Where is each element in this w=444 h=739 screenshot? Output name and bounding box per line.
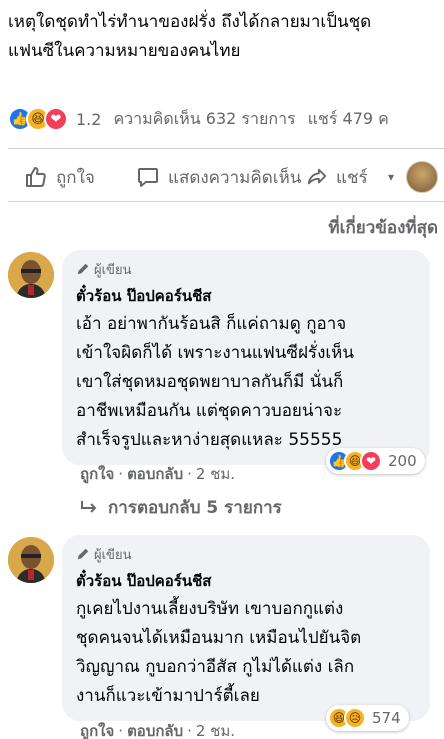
divider <box>8 148 444 149</box>
sad-icon: 😥 <box>344 707 366 729</box>
comment-reply-link[interactable]: ตอบกลับ <box>127 462 183 486</box>
comment-author[interactable]: ตั๋วร้อน ป๊อปคอร์นชีส <box>76 571 416 591</box>
author-badge: ผู้เขียน <box>76 545 416 563</box>
share-button[interactable]: แชร์ <box>306 164 368 191</box>
comment-text: กูเคยไปงานเลี้ยงบริษัท เขาบอกกูแต่ง ชุดค… <box>76 595 416 711</box>
pencil-icon <box>77 263 89 275</box>
reply-arrow-icon <box>81 500 97 513</box>
love-icon: ❤ <box>44 107 68 131</box>
comment-meta: ถูกใจ · ตอบกลับ · 2 ชม. <box>80 462 235 486</box>
comment-icon <box>138 168 158 187</box>
separator: · <box>118 722 124 739</box>
comment-line: กูเคยไปงานเลี้ยงบริษัท เขาบอกกูแต่ง <box>76 599 344 619</box>
like-button-label: ถูกใจ <box>56 167 95 188</box>
comment-reply-link[interactable]: ตอบกลับ <box>127 719 183 739</box>
love-icon: ❤ <box>360 450 382 472</box>
post-action-bar: ถูกใจ แสดงความคิดเห็น แชร์ ▾ <box>0 158 444 196</box>
commenter-avatar[interactable] <box>8 537 54 583</box>
comment-reaction-count[interactable]: 😆 😥 574 <box>326 705 409 731</box>
like-button[interactable]: ถูกใจ <box>24 164 95 191</box>
comment-line: เขาใส่ชุดหมอชุดพยาบาลกันก็มี นั่นก็ <box>76 372 344 392</box>
view-replies-label: การตอบกลับ 5 รายการ <box>108 498 282 518</box>
comment-like-link[interactable]: ถูกใจ <box>80 462 114 486</box>
post-text: เหตุใดชุดทำไร่ทำนาของฝรั่ง ถึงได้กลายมาเ… <box>8 8 444 66</box>
separator: · <box>118 465 124 483</box>
chevron-down-icon[interactable]: ▾ <box>388 170 394 184</box>
share-icon <box>307 168 327 185</box>
author-badge-label: ผู้เขียน <box>94 547 132 563</box>
comment-bubble: ผู้เขียน ตั๋วร้อน ป๊อปคอร์นชีส กูเคยไปงา… <box>62 535 430 721</box>
post-stats: 👍 😆 ❤ 1.2 ความคิดเห็น 632 รายการ แชร์ 47… <box>8 104 444 134</box>
comment-time[interactable]: 2 ชม. <box>196 719 235 739</box>
reaction-count-value: 574 <box>372 709 401 727</box>
reactions-count[interactable]: 1.2 <box>76 110 101 129</box>
comment-line: เข้าใจผิดก็ได้ เพราะงานแฟนซีฝรั่งเห็น <box>76 343 355 363</box>
post-text-line: เหตุใดชุดทำไร่ทำนาของฝรั่ง ถึงได้กลายมาเ… <box>8 12 372 32</box>
comment-button[interactable]: แสดงความคิดเห็น <box>136 164 301 191</box>
comment-line: อาชีพเหมือนกัน แต่ชุดคาวบอยน่าจะ <box>76 401 343 421</box>
profile-avatar[interactable] <box>406 161 438 193</box>
post-text-line: แฟนซีในความหมายของคนไทย <box>8 41 241 61</box>
avatar-image <box>8 252 54 298</box>
like-icon <box>26 167 46 187</box>
comments-count[interactable]: ความคิดเห็น 632 รายการ <box>113 107 295 132</box>
comment-time[interactable]: 2 ชม. <box>196 462 235 486</box>
author-badge-label: ผู้เขียน <box>94 262 132 278</box>
view-replies-link[interactable]: การตอบกลับ 5 รายการ <box>80 494 282 521</box>
comment-button-label: แสดงความคิดเห็น <box>168 167 302 188</box>
separator: · <box>187 465 192 483</box>
comment-text: เอ้า อย่าพากันร้อนสิ ก็แค่ถามดู กูอาจ เข… <box>76 310 416 455</box>
comment-line: วิญญาณ กูบอกว่าอีสัส กูไม่ได้แต่ง เลิก <box>76 657 355 677</box>
comment-meta: ถูกใจ · ตอบกลับ · 2 ชม. <box>80 719 235 739</box>
reaction-icons[interactable]: 👍 😆 ❤ <box>8 107 68 131</box>
commenter-avatar[interactable] <box>8 252 54 298</box>
comment-line: เอ้า อย่าพากันร้อนสิ ก็แค่ถามดู กูอาจ <box>76 314 347 334</box>
comment-line: ชุดคนจนได้เหมือนมาก เหมือนไปยันจิต <box>76 628 362 648</box>
separator: · <box>187 722 192 739</box>
shares-count[interactable]: แชร์ 479 ค <box>308 107 389 132</box>
comment-like-link[interactable]: ถูกใจ <box>80 719 114 739</box>
pencil-icon <box>77 548 89 560</box>
comment-bubble: ผู้เขียน ตั๋วร้อน ป๊อปคอร์นชีส เอ้า อย่า… <box>62 250 430 465</box>
author-badge: ผู้เขียน <box>76 260 416 278</box>
comment-reaction-count[interactable]: 👍 😆 ❤ 200 <box>326 448 425 474</box>
avatar-image <box>8 537 54 583</box>
reaction-count-value: 200 <box>388 452 417 470</box>
comment-author[interactable]: ตั๋วร้อน ป๊อปคอร์นชีส <box>76 286 416 306</box>
share-button-label: แชร์ <box>336 167 368 188</box>
comment-sort-selector[interactable]: ที่เกี่ยวข้องที่สุด <box>328 214 438 241</box>
divider <box>8 201 444 202</box>
